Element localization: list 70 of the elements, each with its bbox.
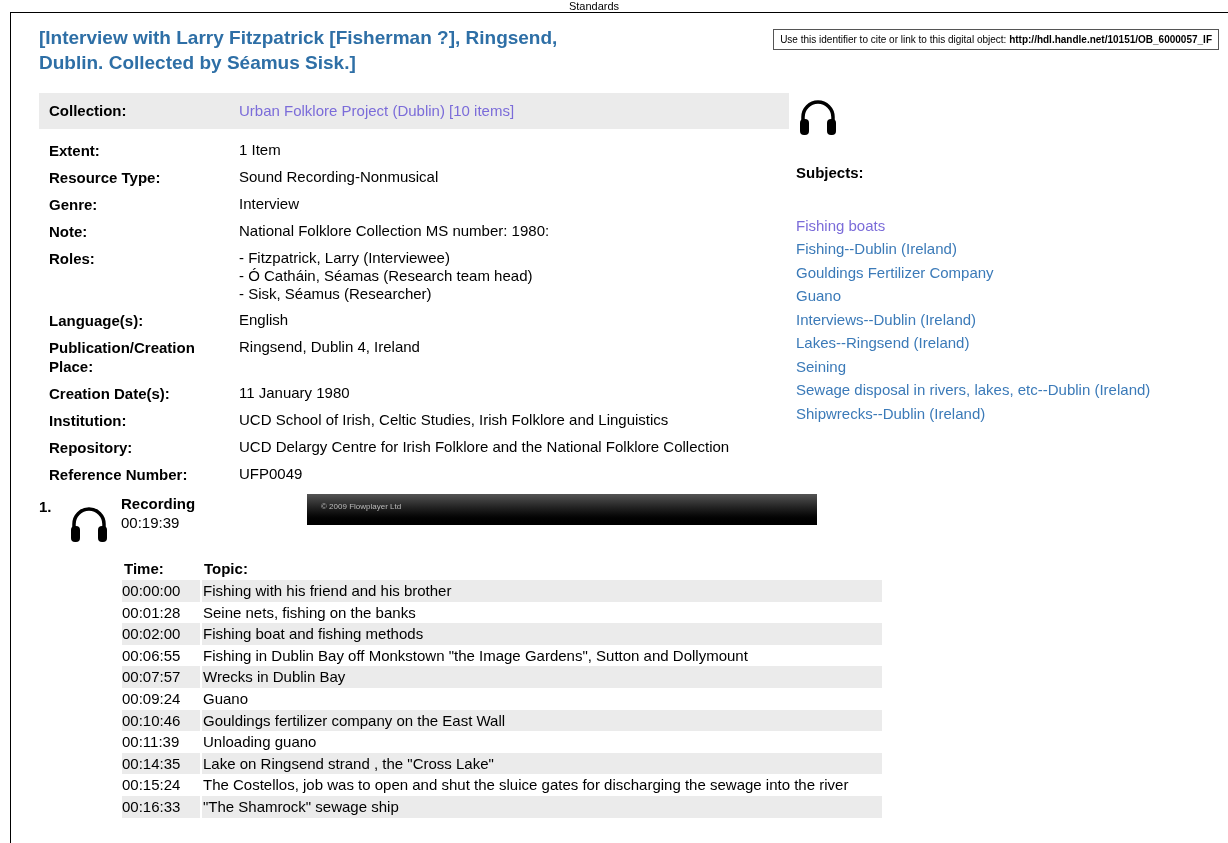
column-header: Topic: bbox=[203, 559, 248, 579]
topic-cell: Fishing boat and fishing methods bbox=[202, 623, 882, 645]
field-value: UFP0049 bbox=[239, 465, 303, 483]
item-number: 1. bbox=[39, 497, 53, 517]
time-cell-text: 00:01:28 bbox=[122, 602, 182, 623]
header-text: Standards bbox=[568, 1, 620, 12]
player-credit: © 2009 Flowplayer Ltd bbox=[321, 503, 403, 511]
subjects-heading: Subjects: bbox=[796, 163, 865, 183]
field-label: Reference Number: bbox=[49, 465, 189, 484]
time-cell: 00:07:57 bbox=[122, 666, 200, 688]
collection-link[interactable]: Urban Folklore Project (Dublin) [10 items] bbox=[239, 99, 515, 123]
time-cell: 00:10:46 bbox=[122, 709, 200, 732]
recording-duration: 00:19:39 bbox=[121, 513, 181, 532]
field-value: - Sisk, Séamus (Researcher) bbox=[239, 285, 433, 303]
field-label: Institution: bbox=[49, 411, 128, 430]
field-label: Publication/Creation Place: bbox=[49, 338, 196, 376]
field-label: Collection: bbox=[49, 100, 128, 121]
subject-link[interactable]: Fishing--Dublin (Ireland) bbox=[796, 237, 1151, 261]
page-title: [Interview with Larry Fitzpatrick [Fisherman ?], Ringsend, Dublin. Collected by Séamus Sisk.] bbox=[39, 26, 559, 75]
time-cell-text: 00:11:39 bbox=[122, 732, 181, 753]
time-cell-text: 00:15:24 bbox=[122, 775, 182, 796]
field-value: Ringsend, Dublin 4, Ireland bbox=[239, 338, 420, 356]
headphones-icon bbox=[798, 97, 838, 137]
field-value: Interview bbox=[239, 195, 300, 213]
topic-cell: Gouldings fertilizer company on the East Wall bbox=[202, 709, 882, 732]
media-player[interactable]: © 2009 Flowplayer Ltd bbox=[307, 494, 817, 525]
topic-cell-text: Unloading guano bbox=[202, 732, 318, 753]
time-cell-text: 00:06:55 bbox=[122, 645, 182, 666]
identifier-box: Use this identifier to cite or link to this digital object: http://hdl.handle.net/10151/OB_6000057_IF bbox=[773, 29, 1219, 50]
topic-cell-text: Fishing in Dublin Bay off Monkstown "the Image Gardens", Sutton and Dollymount bbox=[202, 645, 749, 666]
topic-cell-text: Guano bbox=[202, 688, 250, 709]
field-label: Repository: bbox=[49, 438, 134, 457]
field-value: 1 Item bbox=[239, 141, 281, 159]
time-cell: 00:16:33 bbox=[122, 795, 200, 818]
field-label: Genre: bbox=[49, 195, 99, 214]
field-value: - Fitzpatrick, Larry (Interviewee) bbox=[239, 249, 451, 267]
subject-link[interactable]: Gouldings Fertilizer Company bbox=[796, 260, 1151, 284]
topic-cell: Wrecks in Dublin Bay bbox=[202, 666, 882, 688]
column-header: Time: bbox=[123, 559, 165, 579]
time-cell-text: 00:09:24 bbox=[122, 688, 182, 709]
field-label: Creation Date(s): bbox=[49, 384, 171, 403]
subject-link[interactable]: Interviews--Dublin (Ireland) bbox=[796, 307, 1151, 331]
topic-cell: "The Shamrock" sewage ship bbox=[202, 795, 882, 818]
topic-cell-text: Seine nets, fishing on the banks bbox=[202, 602, 417, 623]
time-cell: 00:00:00 bbox=[122, 580, 200, 602]
field-label: Extent: bbox=[49, 141, 101, 160]
time-cell: 00:02:00 bbox=[122, 623, 200, 645]
field-value: - Ó Catháin, Séamas (Research team head) bbox=[239, 267, 533, 285]
topic-cell: Fishing with his friend and his brother bbox=[202, 580, 882, 602]
subject-link[interactable]: Fishing boats bbox=[796, 213, 1151, 237]
headphones-icon bbox=[69, 504, 109, 544]
field-value: UCD Delargy Centre for Irish Folklore and the National Folklore Collection bbox=[239, 438, 730, 456]
field-value: UCD School of Irish, Celtic Studies, Irish Folklore and Linguistics bbox=[239, 411, 669, 429]
subject-link[interactable]: Seining bbox=[796, 354, 1151, 378]
field-value: Sound Recording-Nonmusical bbox=[239, 168, 439, 186]
subject-link[interactable]: Shipwrecks--Dublin (Ireland) bbox=[796, 401, 1151, 425]
subject-link[interactable]: Lakes--Ringsend (Ireland) bbox=[796, 331, 1151, 355]
field-value: National Folklore Collection MS number: 1980: bbox=[239, 222, 550, 240]
field-label: Roles: bbox=[49, 249, 96, 269]
field-label: Note: bbox=[49, 222, 89, 241]
topic-cell-text: The Costellos, job was to open and shut the sluice gates for discharging the sewage into the river bbox=[202, 775, 850, 796]
recording-title: Recording bbox=[121, 494, 197, 513]
field-label: Language(s): bbox=[49, 311, 145, 330]
subject-link[interactable]: Guano bbox=[796, 284, 1151, 308]
time-cell: 00:14:35 bbox=[122, 752, 200, 775]
topic-cell: Lake on Ringsend strand , the "Cross Lake" bbox=[202, 752, 882, 775]
field-value: English bbox=[239, 311, 289, 329]
field-value: 11 January 1980 bbox=[239, 384, 350, 402]
subject-link[interactable]: Sewage disposal in rivers, lakes, etc--Dublin (Ireland) bbox=[796, 378, 1151, 402]
field-label: Resource Type: bbox=[49, 168, 162, 187]
